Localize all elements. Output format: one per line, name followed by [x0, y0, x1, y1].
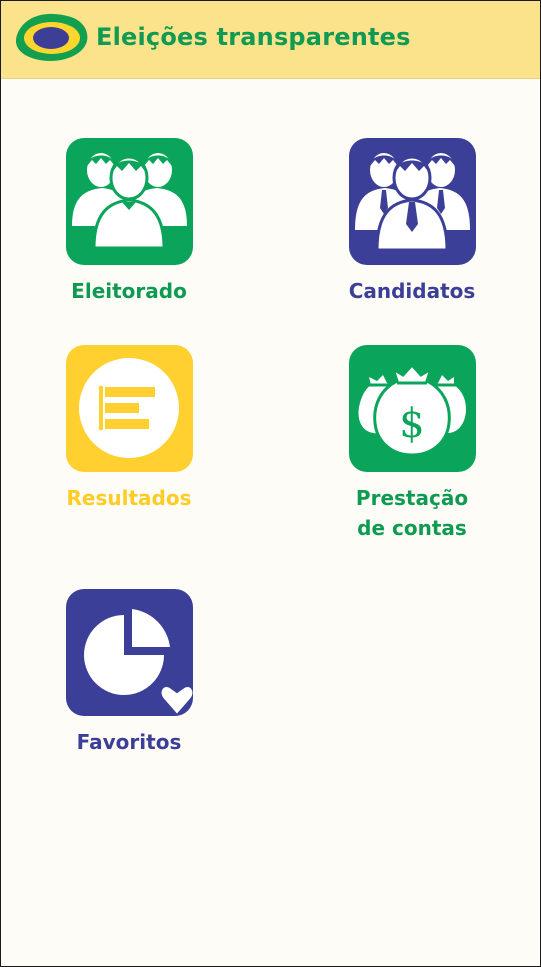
top-app-bar: Eleições transparentes [1, 1, 540, 79]
tile-label-prestacao-de-contas: Prestação de contas [355, 486, 469, 540]
results-bar-icon [78, 358, 179, 458]
menu-tile-eleitorado[interactable]: Eleitorado [49, 138, 209, 306]
tile-icon-box: $ [348, 345, 476, 472]
app-screen: Eleições transparentes Eleitorado Candid… [0, 0, 541, 967]
tile-icon-box [65, 345, 193, 472]
tile-icon-box [65, 589, 193, 716]
candidates-group-icon [354, 153, 470, 252]
tile-label-favoritos: Favoritos [76, 730, 182, 754]
favorites-pie-heart-icon [83, 609, 193, 716]
menu-tile-candidatos[interactable]: Candidatos [332, 138, 492, 306]
tile-icon-box [348, 138, 476, 265]
app-title: Eleições transparentes [96, 23, 411, 51]
brazil-flag-icon [15, 13, 88, 61]
svg-text:$: $ [399, 401, 424, 447]
menu-tile-resultados[interactable]: Resultados [49, 345, 209, 513]
tile-label-eleitorado: Eleitorado [71, 279, 187, 303]
tile-label-resultados: Resultados [66, 486, 192, 510]
tile-icon-box [65, 138, 193, 265]
menu-tile-prestacao-de-contas[interactable]: $ Prestação de contas [332, 345, 492, 543]
voters-group-icon [71, 153, 187, 250]
menu-tile-favoritos[interactable]: Favoritos [49, 589, 209, 757]
tile-label-candidatos: Candidatos [348, 279, 476, 303]
money-bags-icon: $ [358, 362, 466, 457]
